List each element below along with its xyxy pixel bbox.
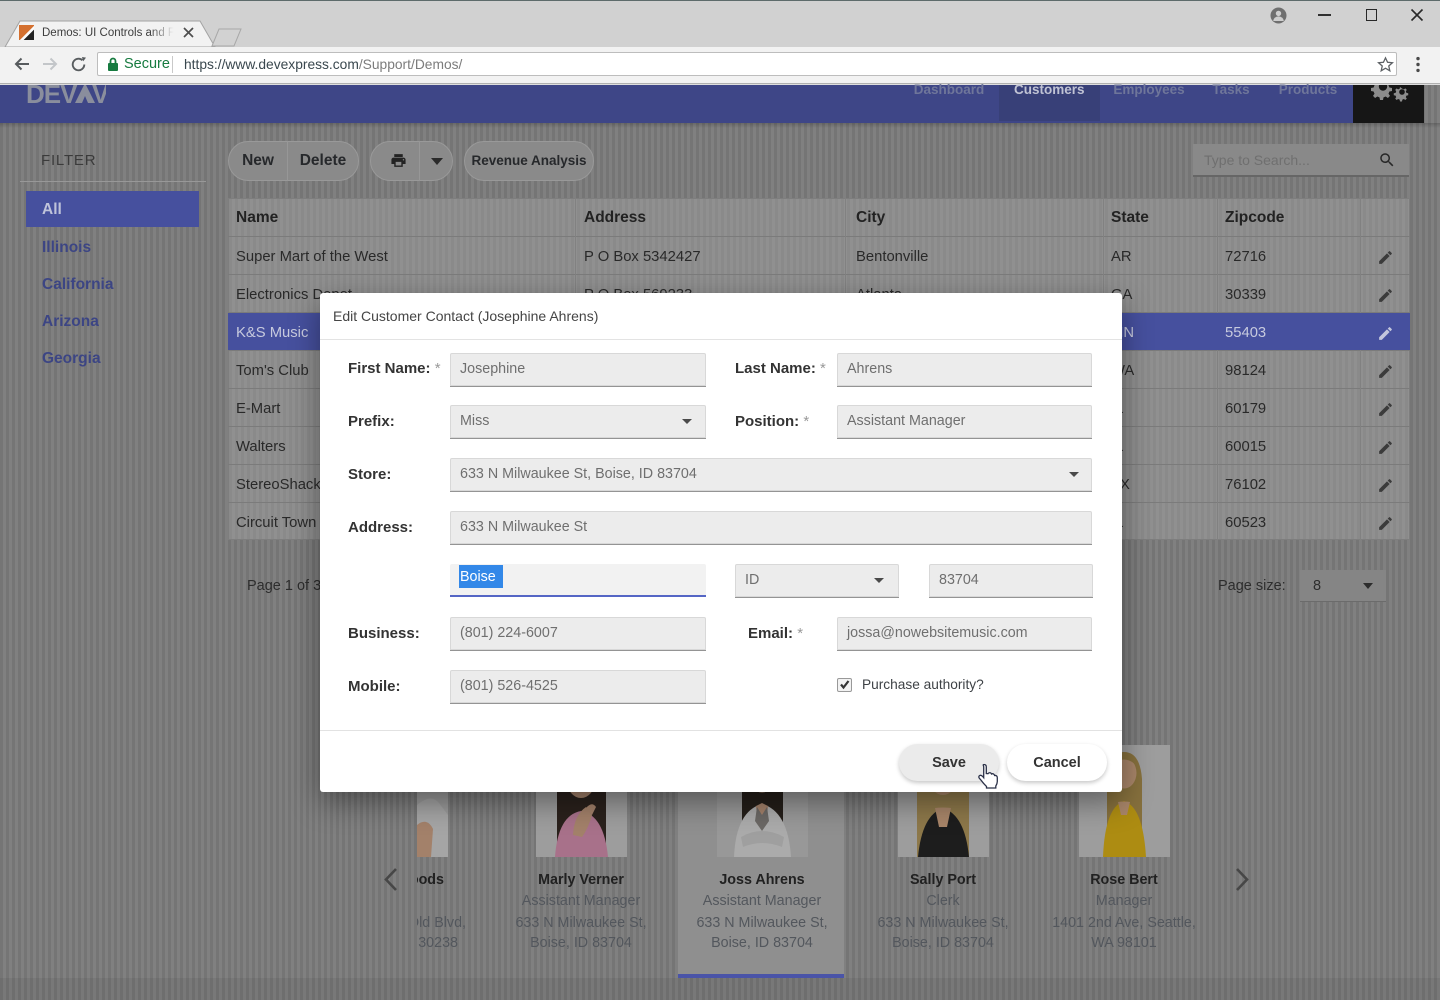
svg-text:V: V xyxy=(92,85,106,105)
svg-text:DEV: DEV xyxy=(26,85,78,105)
